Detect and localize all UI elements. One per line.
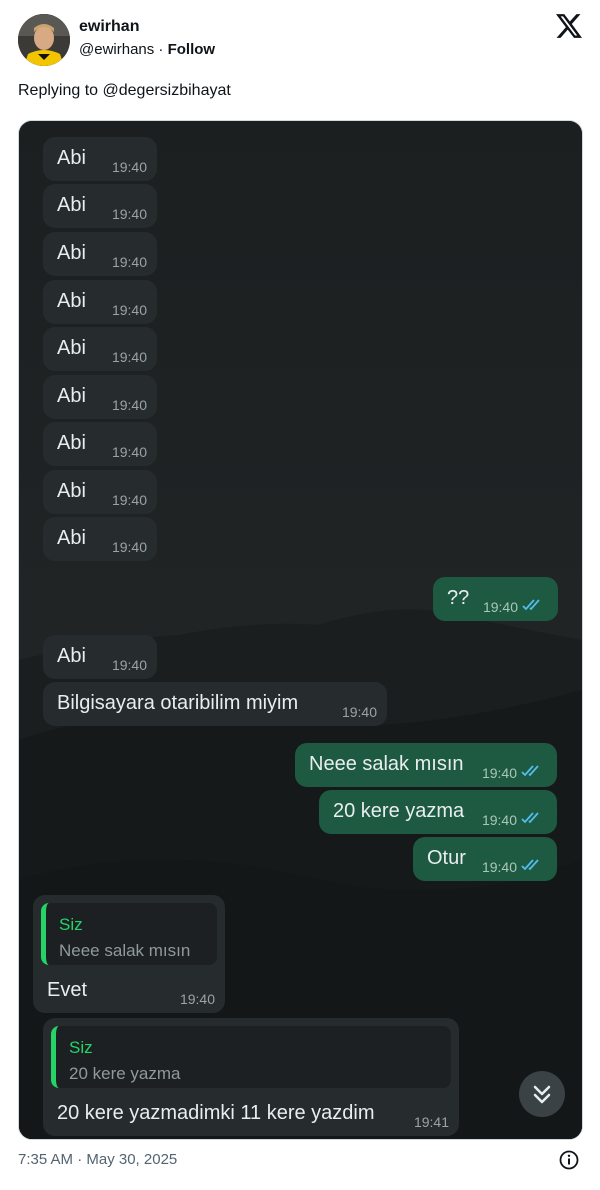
message-text: Abi: [57, 480, 86, 502]
incoming-message[interactable]: Abi 19:40: [43, 184, 157, 228]
message-text: 20 kere yazma: [333, 800, 465, 822]
message-text: Abi: [57, 242, 86, 264]
message-time: 19:40: [341, 704, 377, 720]
incoming-message[interactable]: Abi 19:40: [43, 232, 157, 276]
message-text: Bilgisayara otaribilim miyim: [57, 692, 299, 714]
chat-screenshot[interactable]: Abi 19:40 Abi 19:40 Abi 19:40 Abi 19:40 Abi 19:40…: [18, 120, 583, 1140]
incoming-message[interactable]: Abi 19:40: [43, 137, 157, 181]
read-ticks-icon: [521, 812, 539, 824]
incoming-message[interactable]: Bilgisayara otaribilim miyim 19:40: [43, 682, 387, 726]
message-text: Abi: [57, 290, 86, 312]
outgoing-message[interactable]: 20 kere yazma 19:40: [319, 790, 557, 834]
message-text: 20 kere yazmadimki 11 kere yazdim: [57, 1102, 375, 1124]
quoted-reply[interactable]: Siz Neee salak mısın: [41, 903, 217, 965]
outgoing-message[interactable]: ?? 19:40: [433, 577, 558, 621]
outgoing-message[interactable]: Neee salak mısın 19:40: [295, 743, 557, 787]
double-chevron-down-icon: [533, 1085, 551, 1104]
message-time: 19:41: [413, 1114, 449, 1130]
replying-mention[interactable]: @degersizbihayat: [103, 82, 231, 99]
message-text: Evet: [47, 979, 88, 1001]
message-text: Abi: [57, 337, 86, 359]
incoming-message[interactable]: Abi 19:40: [43, 517, 157, 561]
message-time: 19:40: [111, 444, 147, 460]
replying-prefix: Replying to: [18, 82, 103, 99]
tweet-timestamp[interactable]: 7:35 AM · May 30, 2025: [18, 1151, 177, 1168]
author-handle-line: @ewirhans · Follow: [79, 41, 215, 58]
message-time: 19:40: [111, 539, 147, 555]
message-text: Abi: [57, 432, 86, 454]
quote-author: Siz: [69, 1038, 93, 1057]
info-icon[interactable]: [559, 1150, 579, 1170]
x-logo-icon[interactable]: [556, 14, 582, 38]
quote-author: Siz: [59, 915, 83, 934]
quote-text: Neee salak mısın: [59, 941, 191, 960]
quoted-reply[interactable]: Siz 20 kere yazma: [51, 1026, 451, 1088]
message-time: 19:40: [111, 254, 147, 270]
read-ticks-icon: [522, 599, 540, 611]
tweet-header: ewirhan @ewirhans · Follow: [0, 0, 600, 80]
outgoing-message[interactable]: Otur 19:40: [413, 837, 557, 881]
message-text: Otur: [427, 847, 466, 869]
avatar-image: [18, 14, 70, 66]
incoming-message[interactable]: Abi 19:40: [43, 470, 157, 514]
incoming-message[interactable]: Abi 19:40: [43, 422, 157, 466]
message-time: 19:40: [111, 492, 147, 508]
handle-separator: ·: [154, 41, 168, 58]
message-time: 19:40: [111, 397, 147, 413]
incoming-message[interactable]: Siz 20 kere yazma 20 kere yazmadimki 11 ke…: [43, 1018, 459, 1136]
author-handle[interactable]: @ewirhans: [79, 41, 154, 58]
message-text: Abi: [57, 194, 86, 216]
incoming-message[interactable]: Siz Neee salak mısın Evet 19:40: [33, 895, 225, 1013]
incoming-message[interactable]: Abi 19:40: [43, 375, 157, 419]
message-time: 19:40: [111, 302, 147, 318]
message-time: 19:40: [482, 599, 518, 615]
message-time: 19:40: [111, 206, 147, 222]
author-name[interactable]: ewirhan: [79, 18, 139, 36]
message-text: ??: [447, 587, 470, 609]
read-ticks-icon: [521, 765, 539, 777]
follow-button[interactable]: Follow: [168, 41, 216, 58]
read-ticks-icon: [521, 859, 539, 871]
message-text: Abi: [57, 645, 86, 667]
message-time: 19:40: [481, 859, 517, 875]
message-time: 19:40: [111, 657, 147, 673]
message-time: 19:40: [179, 991, 215, 1007]
scroll-to-bottom-button[interactable]: [519, 1071, 565, 1117]
replying-to: Replying to @degersizbihayat: [18, 82, 231, 100]
incoming-message[interactable]: Abi 19:40: [43, 280, 157, 324]
message-text: Abi: [57, 527, 86, 549]
message-time: 19:40: [111, 349, 147, 365]
quote-text: 20 kere yazma: [69, 1064, 181, 1083]
message-text: Neee salak mısın: [309, 753, 464, 775]
message-time: 19:40: [481, 812, 517, 828]
message-time: 19:40: [111, 159, 147, 175]
message-text: Abi: [57, 147, 86, 169]
incoming-message[interactable]: Abi 19:40: [43, 327, 157, 371]
message-time: 19:40: [481, 765, 517, 781]
incoming-message[interactable]: Abi 19:40: [43, 635, 157, 679]
author-avatar[interactable]: [18, 14, 70, 66]
message-text: Abi: [57, 385, 86, 407]
